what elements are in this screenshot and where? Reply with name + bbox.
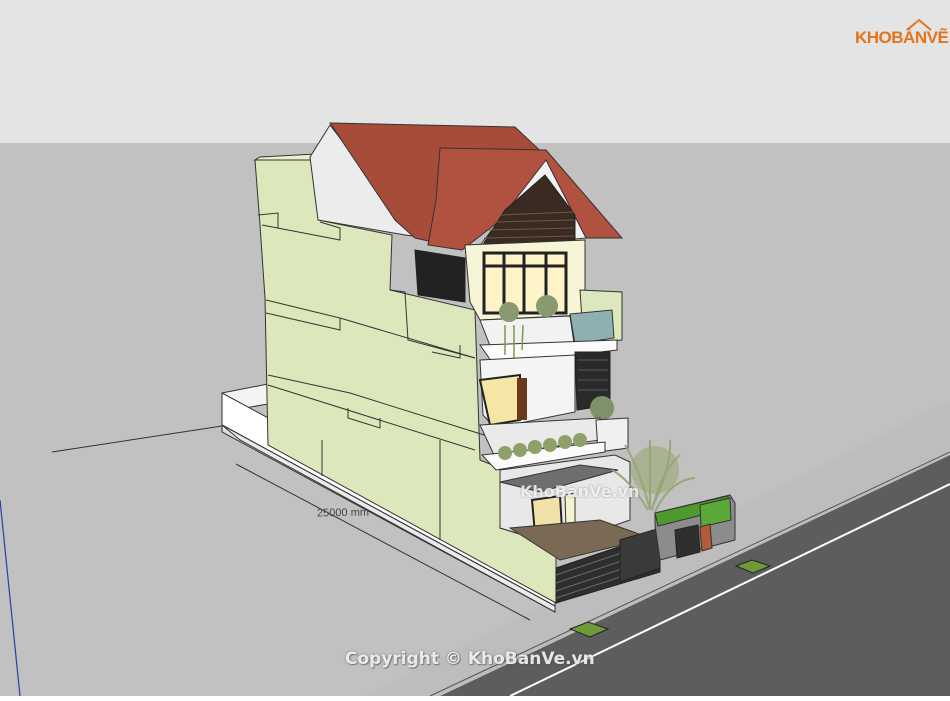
copyright-text: Copyright © KhoBanVe.vn bbox=[345, 649, 595, 669]
plant-2 bbox=[536, 295, 558, 317]
watermark-text: KhoBanVe.vn bbox=[520, 482, 640, 501]
model-canvas bbox=[0, 0, 950, 697]
floor2-column bbox=[517, 378, 527, 420]
dimension-label: 25000 mm bbox=[316, 506, 370, 520]
khobanve-logo: KHOBÀNVẼ bbox=[855, 18, 949, 54]
floor3-dark-recess bbox=[414, 249, 466, 303]
floor3-balcony-glass bbox=[569, 309, 615, 345]
side-door bbox=[674, 524, 701, 559]
plant-3 bbox=[590, 396, 614, 420]
sky bbox=[0, 0, 950, 143]
plant-1 bbox=[499, 302, 519, 322]
sketchup-viewport[interactable]: 25000 mm KhoBanVe.vn KHOBÀNVẼ Copyright … bbox=[0, 0, 950, 697]
logo-text: KHOBÀNVẼ bbox=[855, 28, 949, 47]
mailbox bbox=[699, 523, 713, 552]
